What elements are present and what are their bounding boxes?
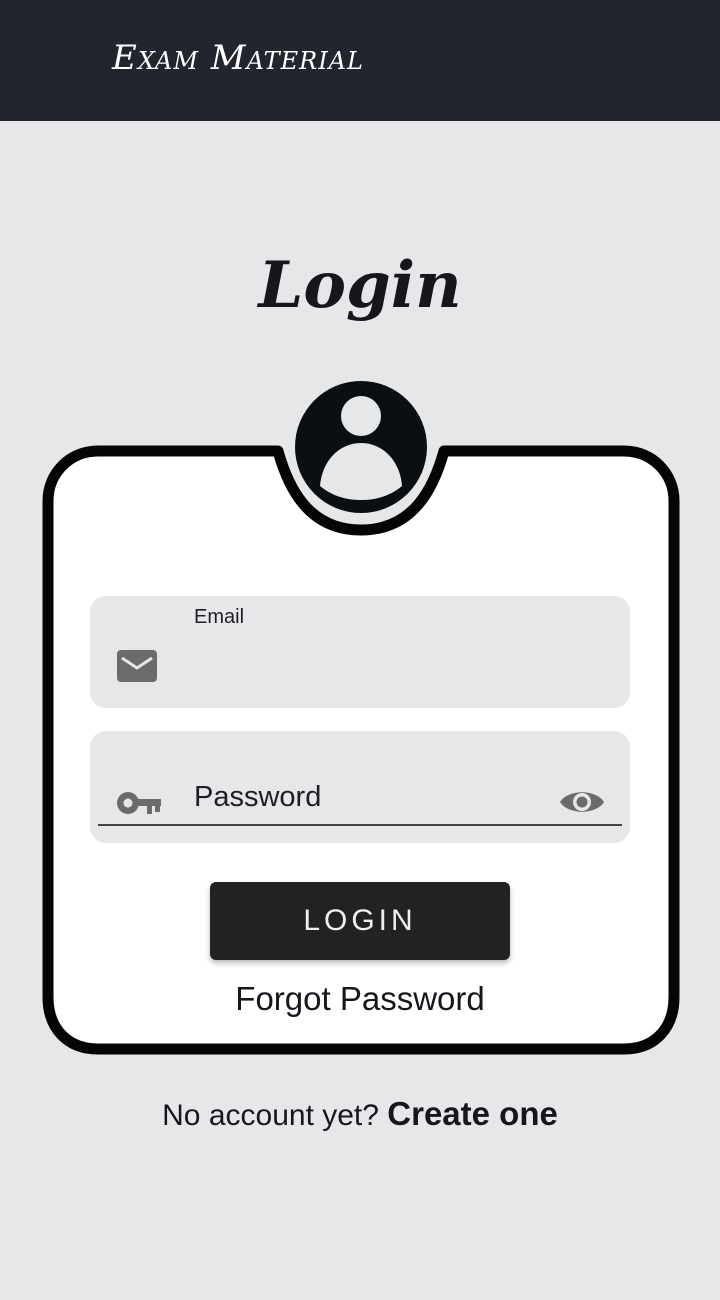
eye-icon[interactable] [558,786,606,818]
mail-icon [117,650,157,682]
email-field[interactable]: Email [90,596,630,708]
app-bar: Exam Material [0,0,720,121]
create-account-link[interactable]: Create one [387,1095,558,1132]
email-label: Email [194,606,245,628]
password-input[interactable]: Password [194,781,321,814]
app-title: Exam Material [112,38,364,78]
password-underline [98,824,622,826]
forgot-password-link[interactable]: Forgot Password [0,980,720,1018]
login-button[interactable]: LOGIN [210,882,510,960]
key-icon [117,792,161,814]
signup-prompt-text: No account yet? [162,1099,379,1132]
password-field[interactable]: Password [90,731,630,843]
user-avatar-icon [295,381,427,513]
signup-prompt: No account yet? Create one [0,1095,720,1133]
page-title: Login [258,248,462,323]
